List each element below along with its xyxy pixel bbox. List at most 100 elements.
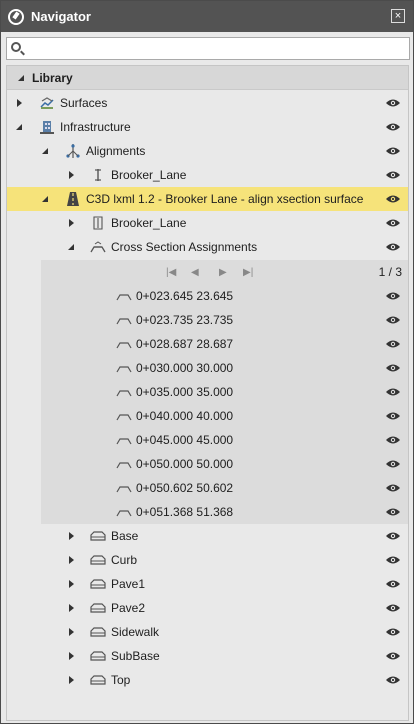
tree-item-label: Surfaces bbox=[60, 96, 108, 110]
visibility-eye-icon[interactable] bbox=[385, 387, 401, 397]
layer-item[interactable]: Pave2 bbox=[7, 596, 408, 620]
search-icon bbox=[11, 42, 21, 52]
tree-item-label: C3D lxml 1.2 - Brooker Lane - align xsec… bbox=[86, 192, 364, 206]
station-item[interactable]: 0+050.000 50.000 bbox=[7, 452, 408, 476]
layer-item[interactable]: Pave1 bbox=[7, 572, 408, 596]
navigator-compass-icon bbox=[8, 8, 24, 25]
layer-item[interactable]: Curb bbox=[7, 548, 408, 572]
visibility-eye-icon[interactable] bbox=[385, 435, 401, 445]
station-item[interactable]: 0+030.000 30.000 bbox=[7, 356, 408, 380]
layer-item[interactable]: Sidewalk bbox=[7, 620, 408, 644]
station-item[interactable]: 0+040.000 40.000 bbox=[7, 404, 408, 428]
visibility-eye-icon[interactable] bbox=[385, 531, 401, 541]
cross-section-station-icon bbox=[116, 294, 132, 301]
close-button[interactable]: × bbox=[391, 9, 405, 23]
title-bar[interactable]: Navigator × bbox=[1, 1, 413, 32]
station-label: 0+051.368 51.368 bbox=[136, 505, 234, 519]
station-label: 0+023.735 23.735 bbox=[136, 313, 234, 327]
station-label: 0+050.602 50.602 bbox=[136, 481, 234, 495]
expanded-arrow-icon[interactable] bbox=[14, 122, 24, 132]
alignment-icon bbox=[95, 169, 101, 181]
visibility-eye-icon[interactable] bbox=[385, 218, 401, 228]
previous-page-button[interactable]: ◀ bbox=[191, 267, 199, 278]
station-label: 0+045.000 45.000 bbox=[136, 433, 234, 447]
visibility-eye-icon[interactable] bbox=[385, 339, 401, 349]
cross-section-station-icon bbox=[116, 342, 132, 349]
layer-item[interactable]: Top bbox=[7, 668, 408, 692]
visibility-eye-icon[interactable] bbox=[385, 194, 401, 204]
tree-item-infrastructure[interactable]: Infrastructure bbox=[7, 115, 408, 139]
layer-label: Pave1 bbox=[111, 577, 146, 591]
visibility-eye-icon[interactable] bbox=[385, 291, 401, 301]
tree-item-brooker-lane-road[interactable]: Brooker_Lane bbox=[7, 211, 408, 235]
collapsed-arrow-icon[interactable] bbox=[66, 218, 76, 228]
expanded-arrow-icon[interactable] bbox=[66, 242, 76, 252]
collapsed-arrow-icon[interactable] bbox=[66, 555, 76, 565]
layer-item[interactable]: Base bbox=[7, 524, 408, 548]
tree-item-cross-section-assignments[interactable]: Cross Section Assignments bbox=[7, 235, 408, 259]
collapsed-arrow-icon[interactable] bbox=[66, 579, 76, 589]
layer-label: Sidewalk bbox=[111, 625, 160, 639]
collapsed-arrow-icon[interactable] bbox=[66, 627, 76, 637]
visibility-eye-icon[interactable] bbox=[385, 675, 401, 685]
next-page-button[interactable]: ▶ bbox=[219, 267, 227, 278]
visibility-eye-icon[interactable] bbox=[385, 146, 401, 156]
library-tree: Library Surfaces Infrastructure Alignmen… bbox=[6, 65, 409, 721]
visibility-eye-icon[interactable] bbox=[385, 651, 401, 661]
expanded-arrow-icon[interactable] bbox=[40, 146, 50, 156]
visibility-eye-icon[interactable] bbox=[385, 98, 401, 108]
tree-item-label: Brooker_Lane bbox=[111, 168, 187, 182]
tree-item-brooker-lane-alignment[interactable]: Brooker_Lane bbox=[7, 163, 408, 187]
visibility-eye-icon[interactable] bbox=[385, 459, 401, 469]
station-item[interactable]: 0+023.735 23.735 bbox=[7, 308, 408, 332]
expanded-arrow-icon[interactable] bbox=[16, 73, 26, 83]
visibility-eye-icon[interactable] bbox=[385, 411, 401, 421]
navigator-panel: Navigator × Library Surfaces Infrastruct… bbox=[0, 0, 414, 724]
layer-item[interactable]: SubBase bbox=[7, 644, 408, 668]
visibility-eye-icon[interactable] bbox=[385, 242, 401, 252]
visibility-eye-icon[interactable] bbox=[385, 627, 401, 637]
visibility-eye-icon[interactable] bbox=[385, 363, 401, 373]
visibility-eye-icon[interactable] bbox=[385, 483, 401, 493]
last-page-button[interactable]: ▶| bbox=[243, 267, 253, 278]
station-item[interactable]: 0+028.687 28.687 bbox=[7, 332, 408, 356]
station-item[interactable]: 0+051.368 51.368 bbox=[7, 500, 408, 524]
station-label: 0+028.687 28.687 bbox=[136, 337, 234, 351]
visibility-eye-icon[interactable] bbox=[385, 579, 401, 589]
station-item[interactable]: 0+023.645 23.645 bbox=[7, 284, 408, 308]
tree-item-road-selected[interactable]: C3D lxml 1.2 - Brooker Lane - align xsec… bbox=[7, 187, 408, 211]
panel-title: Navigator bbox=[31, 9, 91, 24]
first-page-button[interactable]: |◀ bbox=[166, 267, 176, 278]
station-item[interactable]: 0+045.000 45.000 bbox=[7, 428, 408, 452]
tree-item-alignments[interactable]: Alignments bbox=[7, 139, 408, 163]
expanded-arrow-icon[interactable] bbox=[40, 194, 50, 204]
visibility-eye-icon[interactable] bbox=[385, 122, 401, 132]
cross-section-station-icon bbox=[116, 510, 132, 517]
tree-item-label: Brooker_Lane bbox=[111, 216, 187, 230]
pagination-bar: |◀ ◀ ▶ ▶| 1 / 3 bbox=[41, 260, 408, 284]
cross-section-station-icon bbox=[116, 318, 132, 325]
layer-component-icon bbox=[90, 579, 106, 589]
visibility-eye-icon[interactable] bbox=[385, 555, 401, 565]
collapsed-arrow-icon[interactable] bbox=[66, 651, 76, 661]
collapsed-arrow-icon[interactable] bbox=[14, 98, 24, 108]
alignment-icon bbox=[93, 216, 103, 230]
visibility-eye-icon[interactable] bbox=[385, 315, 401, 325]
station-item[interactable]: 0+050.602 50.602 bbox=[7, 476, 408, 500]
collapsed-arrow-icon[interactable] bbox=[66, 170, 76, 180]
station-label: 0+030.000 30.000 bbox=[136, 361, 234, 375]
station-item[interactable]: 0+035.000 35.000 bbox=[7, 380, 408, 404]
tree-item-surfaces[interactable]: Surfaces bbox=[7, 91, 408, 115]
visibility-eye-icon[interactable] bbox=[385, 603, 401, 613]
collapsed-arrow-icon[interactable] bbox=[66, 531, 76, 541]
search-input[interactable] bbox=[27, 40, 405, 57]
station-label: 0+050.000 50.000 bbox=[136, 457, 234, 471]
tree-header-library[interactable]: Library bbox=[7, 66, 408, 90]
collapsed-arrow-icon[interactable] bbox=[66, 603, 76, 613]
tree-item-label: Alignments bbox=[86, 144, 146, 158]
tree-item-label: Cross Section Assignments bbox=[111, 240, 258, 254]
visibility-eye-icon[interactable] bbox=[385, 507, 401, 517]
infrastructure-icon bbox=[40, 121, 54, 134]
collapsed-arrow-icon[interactable] bbox=[66, 675, 76, 685]
visibility-eye-icon[interactable] bbox=[385, 170, 401, 180]
